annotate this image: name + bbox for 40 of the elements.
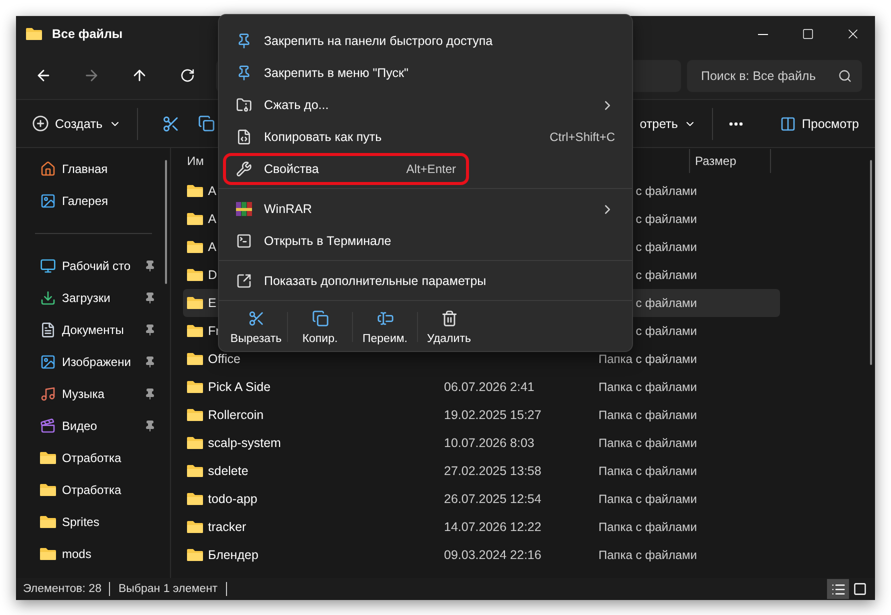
file-date: 27.02.2025 13:58 <box>444 464 542 478</box>
search-placeholder: Поиск в: Все файль <box>701 68 816 82</box>
file-name: A <box>208 212 216 226</box>
file-date: 26.07.2025 12:54 <box>444 492 542 506</box>
file-type: Папка с файлами <box>598 408 697 422</box>
file-date: 09.03.2024 22:16 <box>444 548 542 562</box>
file-name: Rollercoin <box>208 408 264 422</box>
file-type: с файлами <box>636 296 697 310</box>
file-date: 14.07.2026 12:22 <box>444 520 542 534</box>
file-name: tracker <box>208 520 246 534</box>
file-name: A <box>208 240 216 254</box>
window-title: Все файлы <box>52 27 124 41</box>
file-date: 19.02.2025 15:27 <box>444 408 542 422</box>
file-name: Pick A Side <box>208 380 271 394</box>
file-date: 06.07.2026 2:41 <box>444 380 534 394</box>
file-type: Папка с файлами <box>598 548 697 562</box>
file-date: 10.07.2026 8:03 <box>444 436 534 450</box>
shortcut-text: Alt+Enter <box>406 162 456 176</box>
file-type: Папка с файлами <box>598 436 697 450</box>
file-name: todo-app <box>208 492 258 506</box>
file-type: Папка с файлами <box>598 464 697 478</box>
file-type: с файлами <box>636 268 697 282</box>
file-name: D <box>208 268 218 282</box>
file-type: Папка с файлами <box>598 520 697 534</box>
file-name: scalp-system <box>208 436 281 450</box>
shortcut-text: Ctrl+Shift+C <box>550 130 615 144</box>
file-type: Папка с файлами <box>598 352 697 366</box>
file-name: A <box>208 184 216 198</box>
file-type: с файлами <box>636 240 697 254</box>
file-type: с файлами <box>636 212 697 226</box>
selection-info: Выбран 1 элемент <box>118 582 227 596</box>
file-type: Папка с файлами <box>598 492 697 506</box>
file-type: с файлами <box>636 184 697 198</box>
file-name: sdelete <box>208 464 248 478</box>
item-count: Элементов: 28 <box>23 582 110 596</box>
file-name: E <box>208 296 216 310</box>
file-name: Блендер <box>208 548 258 562</box>
file-type: с файлами <box>636 324 697 338</box>
file-name: Office <box>208 352 240 366</box>
file-type: Папка с файлами <box>598 380 697 394</box>
